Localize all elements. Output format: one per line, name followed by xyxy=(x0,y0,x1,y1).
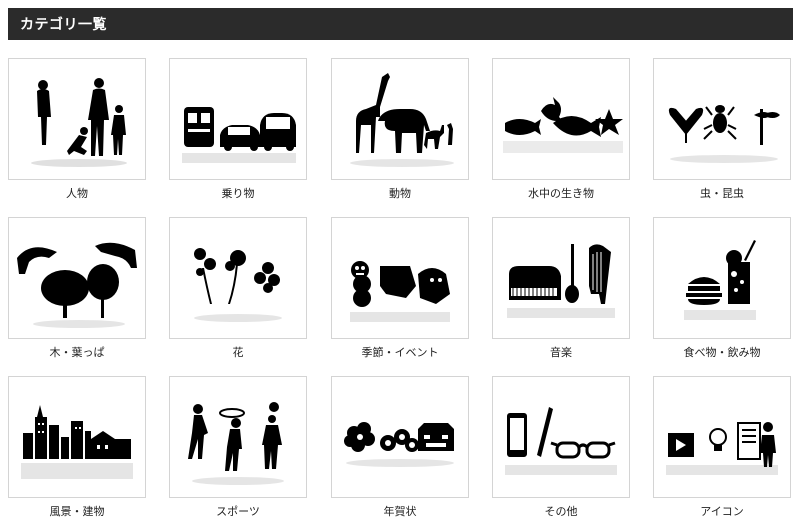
sea-creatures-silhouette-icon xyxy=(503,97,623,153)
category-thumbnail[interactable] xyxy=(653,217,791,339)
category-label: 虫・昆虫 xyxy=(700,187,744,200)
category-tile-food-drink[interactable]: 食べ物・飲み物 xyxy=(653,217,791,360)
category-label: 食べ物・飲み物 xyxy=(683,346,761,359)
category-tile-vehicles[interactable]: 乗り物 xyxy=(169,58,307,201)
category-grid: 人物 乗り物 動物 水中の生き物 虫・昆虫 木・葉っぱ 花 季節・イベント 音楽… xyxy=(8,58,793,523)
category-label: 動物 xyxy=(389,187,411,200)
category-label: 花 xyxy=(232,346,244,359)
category-thumbnail[interactable] xyxy=(653,376,791,498)
page-title: カテゴリ一覧 xyxy=(20,17,107,33)
category-tile-sports[interactable]: スポーツ xyxy=(169,376,307,519)
new-year-card-silhouette-icon xyxy=(344,422,454,467)
category-thumbnail[interactable] xyxy=(169,58,307,180)
category-tile-sea-creatures[interactable]: 水中の生き物 xyxy=(492,58,630,201)
category-label: 水中の生き物 xyxy=(528,187,594,200)
category-label: 木・葉っぱ xyxy=(49,346,105,359)
category-label: 季節・イベント xyxy=(361,346,439,359)
category-label: 音楽 xyxy=(550,346,572,359)
category-thumbnail[interactable] xyxy=(169,217,307,339)
category-thumbnail[interactable] xyxy=(492,376,630,498)
category-label: スポーツ xyxy=(216,505,260,518)
category-tile-animals[interactable]: 動物 xyxy=(331,58,469,201)
music-instruments-silhouette-icon xyxy=(507,244,615,318)
category-tile-trees[interactable]: 木・葉っぱ xyxy=(8,217,146,360)
category-label: アイコン xyxy=(700,505,744,518)
sports-silhouette-icon xyxy=(188,402,284,485)
category-tile-insects[interactable]: 虫・昆虫 xyxy=(653,58,791,201)
animals-silhouette-icon xyxy=(350,73,454,167)
category-tile-cityscape[interactable]: 風景・建物 xyxy=(8,376,146,519)
category-thumbnail[interactable] xyxy=(169,376,307,498)
category-label: 乗り物 xyxy=(221,187,255,200)
category-tile-misc[interactable]: その他 xyxy=(492,376,630,519)
category-thumbnail[interactable] xyxy=(492,58,630,180)
misc-items-silhouette-icon xyxy=(505,407,617,475)
category-thumbnail[interactable] xyxy=(331,217,469,339)
category-tile-icons[interactable]: アイコン xyxy=(653,376,791,519)
cityscape-silhouette-icon xyxy=(21,405,133,479)
category-tile-people[interactable]: 人物 xyxy=(8,58,146,201)
category-tile-music[interactable]: 音楽 xyxy=(492,217,630,360)
category-label: 人物 xyxy=(66,187,88,200)
flowers-silhouette-icon xyxy=(194,248,282,322)
category-thumbnail[interactable] xyxy=(8,58,146,180)
insects-silhouette-icon xyxy=(668,105,780,163)
category-thumbnail[interactable] xyxy=(331,376,469,498)
category-label: その他 xyxy=(544,505,578,518)
category-label: 風景・建物 xyxy=(49,505,105,518)
people-silhouette-icon xyxy=(31,78,127,167)
category-thumbnail[interactable] xyxy=(492,217,630,339)
icon-set-silhouette-icon xyxy=(666,422,778,475)
category-thumbnail[interactable] xyxy=(8,217,146,339)
category-thumbnail[interactable] xyxy=(8,376,146,498)
category-tile-season-events[interactable]: 季節・イベント xyxy=(331,217,469,360)
season-events-silhouette-icon xyxy=(350,261,450,322)
food-drink-silhouette-icon xyxy=(684,240,756,320)
vehicles-silhouette-icon xyxy=(182,107,296,163)
trees-leaves-silhouette-icon xyxy=(17,242,137,328)
category-tile-new-year-card[interactable]: 年賀状 xyxy=(331,376,469,519)
category-thumbnail[interactable] xyxy=(331,58,469,180)
page-header: カテゴリ一覧 xyxy=(8,8,793,40)
category-tile-flowers[interactable]: 花 xyxy=(169,217,307,360)
category-thumbnail[interactable] xyxy=(653,58,791,180)
category-label: 年賀状 xyxy=(383,505,417,518)
